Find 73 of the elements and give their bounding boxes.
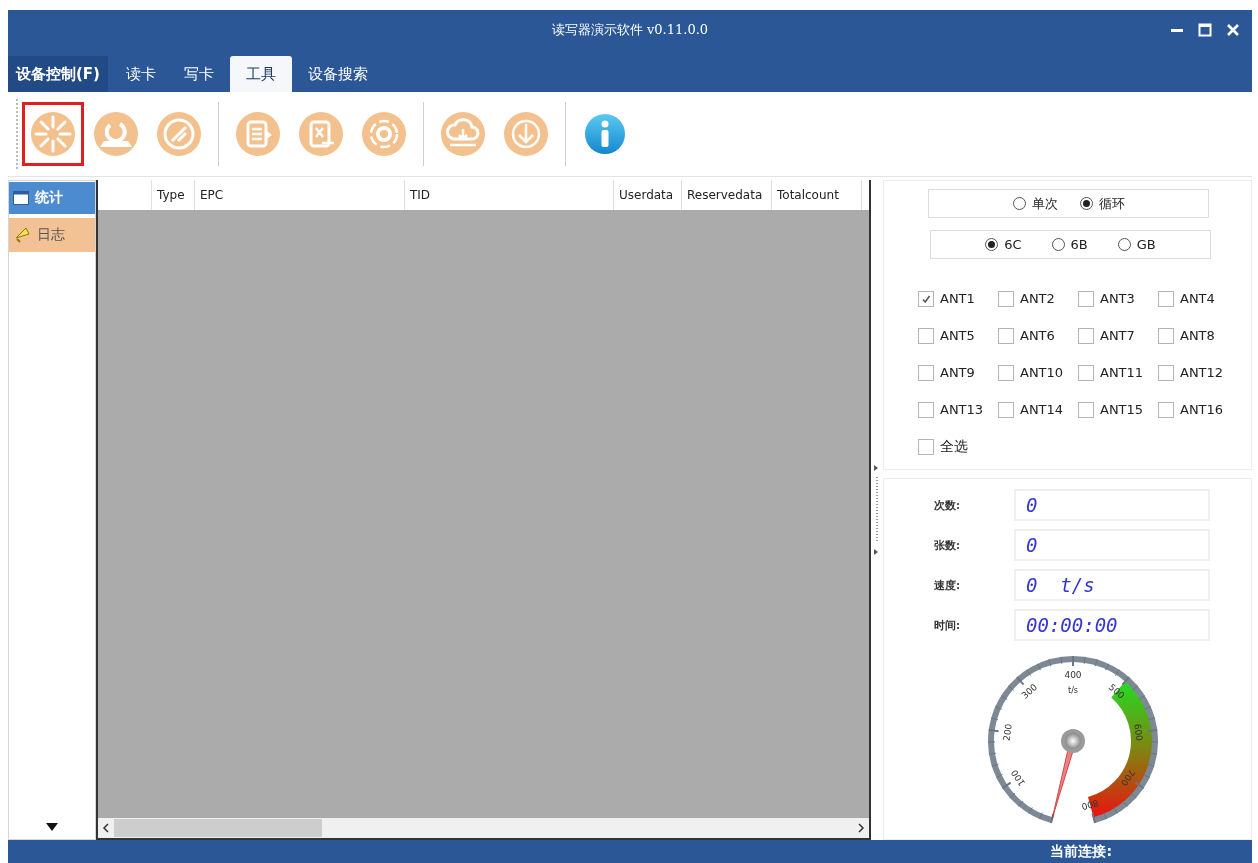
tab[interactable]: 写卡: [171, 56, 226, 92]
radio-button[interactable]: 6B: [1051, 237, 1088, 252]
digital-display: 0: [1014, 489, 1210, 521]
download-icon: [503, 111, 549, 157]
checkbox[interactable]: ANT9: [918, 363, 998, 382]
gauge-label: 600: [1132, 723, 1145, 742]
splitter-handle-icon[interactable]: [874, 465, 880, 555]
scrollbar-thumb[interactable]: [114, 819, 322, 837]
radio-button[interactable]: 单次: [1012, 194, 1058, 213]
checkbox[interactable]: ANT2: [998, 289, 1078, 308]
radio-button[interactable]: GB: [1117, 237, 1156, 252]
horizontal-scrollbar[interactable]: [98, 818, 869, 838]
scroll-left-icon[interactable]: [102, 823, 110, 833]
stat-label: 张数:: [934, 537, 962, 553]
document-icon: [235, 111, 281, 157]
checkbox[interactable]: 全选: [918, 437, 1251, 456]
column-header[interactable]: Userdata: [613, 180, 681, 210]
checkbox[interactable]: ANT11: [1078, 363, 1158, 382]
scroll-right-icon[interactable]: [857, 823, 865, 833]
cloud-download-icon: [440, 111, 486, 157]
column-header[interactable]: EPC: [194, 180, 404, 210]
window-title: 读写器演示软件 v0.11.0.0: [551, 21, 709, 39]
broom-icon: [156, 111, 202, 157]
checkbox[interactable]: ANT3: [1078, 289, 1158, 308]
tab[interactable]: 工具: [229, 56, 292, 92]
close-icon[interactable]: [1226, 23, 1240, 37]
connection-label: 当前连接:: [1050, 842, 1112, 861]
column-header[interactable]: Totalcount: [771, 180, 861, 210]
checkbox[interactable]: ANT7: [1078, 326, 1158, 345]
maximize-icon[interactable]: [1198, 23, 1212, 37]
gauge-unit: t/s: [1068, 686, 1078, 695]
digital-display: 0: [1014, 529, 1210, 561]
gauge-hub: [1061, 729, 1085, 753]
gear-icon: [361, 111, 407, 157]
info-icon: [582, 111, 628, 157]
checkbox[interactable]: ANT13: [918, 400, 998, 419]
tab[interactable]: 设备搜索: [295, 56, 380, 92]
window-icon: [13, 191, 29, 205]
digital-display: 00:00:00: [1014, 609, 1210, 641]
gauge-label: 200: [1001, 723, 1014, 742]
gauge-label: 800: [1080, 797, 1100, 812]
stat-label: 次数:: [934, 497, 962, 513]
checkbox[interactable]: ANT6: [998, 326, 1078, 345]
checkbox[interactable]: ANT8: [1158, 326, 1238, 345]
checkbox[interactable]: ANT15: [1078, 400, 1158, 419]
spreadsheet-icon: [298, 111, 344, 157]
column-header[interactable]: Reservedata: [681, 180, 771, 210]
sidebar-item[interactable]: 统计: [9, 182, 95, 214]
sunburst-icon: [30, 111, 76, 157]
tab[interactable]: 读卡: [113, 56, 168, 92]
checkbox[interactable]: ANT10: [998, 363, 1078, 382]
stat-label: 时间:: [934, 617, 962, 633]
gauge-label: 500: [1106, 681, 1127, 701]
down-arrow-icon[interactable]: [46, 823, 58, 831]
digital-display: 0 t/s: [1014, 569, 1210, 601]
gauge-label: 400: [1064, 670, 1082, 680]
gauge-label: 300: [1019, 681, 1040, 701]
checkbox[interactable]: ANT14: [998, 400, 1078, 419]
checkbox[interactable]: ANT1: [918, 289, 998, 308]
radio-button[interactable]: 循环: [1079, 194, 1125, 213]
checkbox[interactable]: ANT12: [1158, 363, 1238, 382]
refresh-icon: [93, 111, 139, 157]
sidebar-item[interactable]: 日志: [9, 218, 95, 252]
menu-button[interactable]: 设备控制(F): [8, 56, 108, 92]
checkbox[interactable]: ANT5: [918, 326, 998, 345]
bell-icon: [13, 226, 31, 244]
radio-button[interactable]: 6C: [985, 237, 1022, 252]
checkbox[interactable]: ANT16: [1158, 400, 1238, 419]
checkbox[interactable]: ANT4: [1158, 289, 1238, 308]
stat-label: 速度:: [934, 577, 962, 593]
column-header[interactable]: TID: [404, 180, 613, 210]
toolbar-button[interactable]: [22, 102, 84, 166]
column-header[interactable]: Type: [151, 180, 194, 210]
